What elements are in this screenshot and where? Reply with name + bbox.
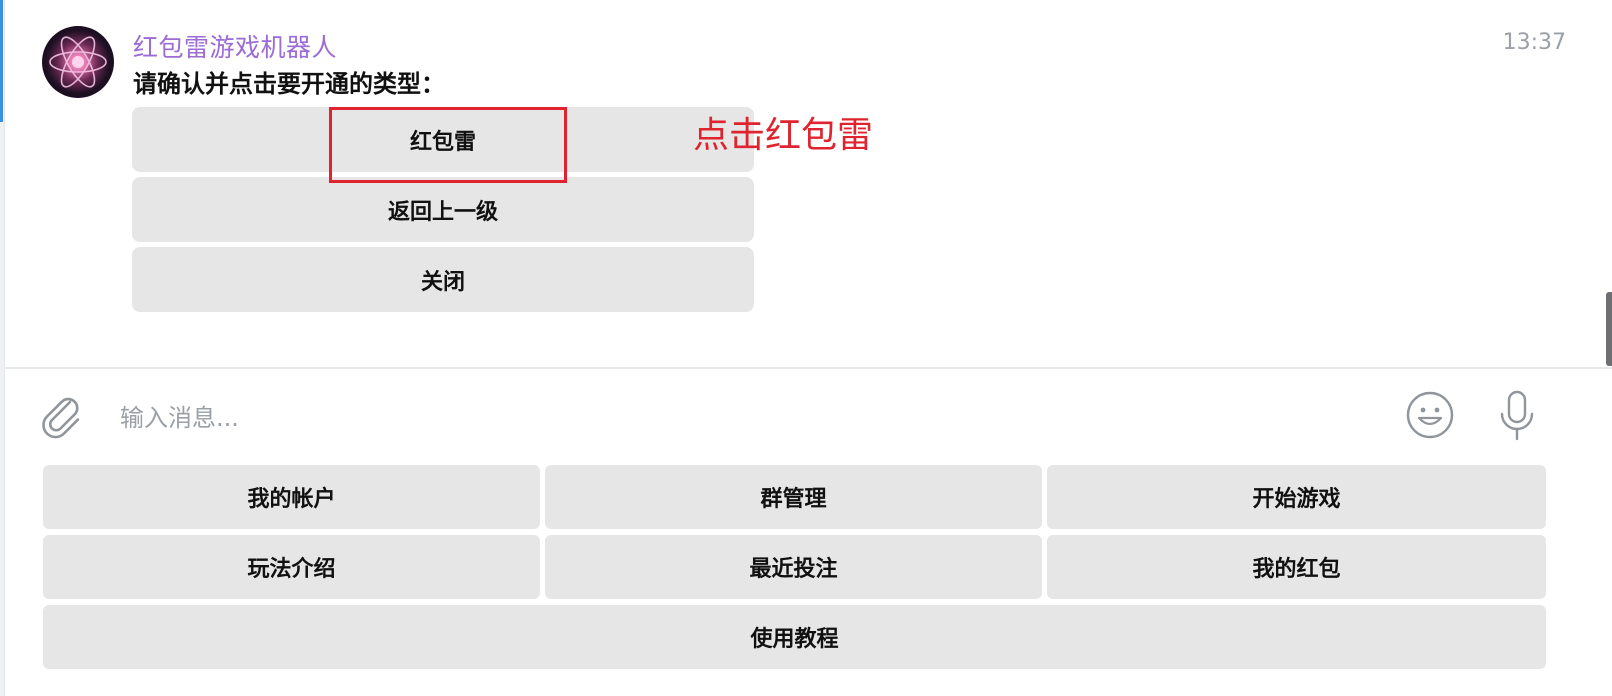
keyboard-button-how-to-play[interactable]: 玩法介绍 bbox=[43, 535, 540, 599]
keyboard-button-start-game[interactable]: 开始游戏 bbox=[1047, 465, 1546, 529]
bot-avatar[interactable] bbox=[42, 26, 114, 98]
message-time: 13:37 bbox=[1502, 30, 1566, 55]
message-text: 请确认并点击要开通的类型： bbox=[133, 70, 445, 98]
microphone-icon[interactable] bbox=[1497, 390, 1537, 442]
attach-icon[interactable] bbox=[40, 392, 84, 440]
keyboard-button-group-manage[interactable]: 群管理 bbox=[545, 465, 1042, 529]
keyboard-button-recent-bets[interactable]: 最近投注 bbox=[545, 535, 1042, 599]
inline-button-close[interactable]: 关闭 bbox=[132, 247, 754, 312]
keyboard-button-tutorial[interactable]: 使用教程 bbox=[43, 605, 1546, 669]
highlight-box bbox=[329, 107, 567, 183]
keyboard-button-my-account[interactable]: 我的帐户 bbox=[43, 465, 540, 529]
sender-name[interactable]: 红包雷游戏机器人 bbox=[133, 28, 337, 64]
active-chat-indicator bbox=[0, 0, 3, 122]
inline-button-back[interactable]: 返回上一级 bbox=[132, 177, 754, 242]
annotation-label: 点击红包雷 bbox=[693, 115, 874, 156]
emoji-icon[interactable] bbox=[1405, 390, 1455, 440]
keyboard-button-my-red-packets[interactable]: 我的红包 bbox=[1047, 535, 1546, 599]
composer-divider bbox=[4, 367, 1612, 369]
atom-icon bbox=[49, 36, 107, 88]
message-input[interactable] bbox=[120, 396, 1380, 440]
scrollbar-thumb[interactable] bbox=[1606, 292, 1612, 366]
chat-window: 红包雷游戏机器人 13:37 请确认并点击要开通的类型： 红包雷 返回上一级 关… bbox=[0, 0, 1612, 696]
